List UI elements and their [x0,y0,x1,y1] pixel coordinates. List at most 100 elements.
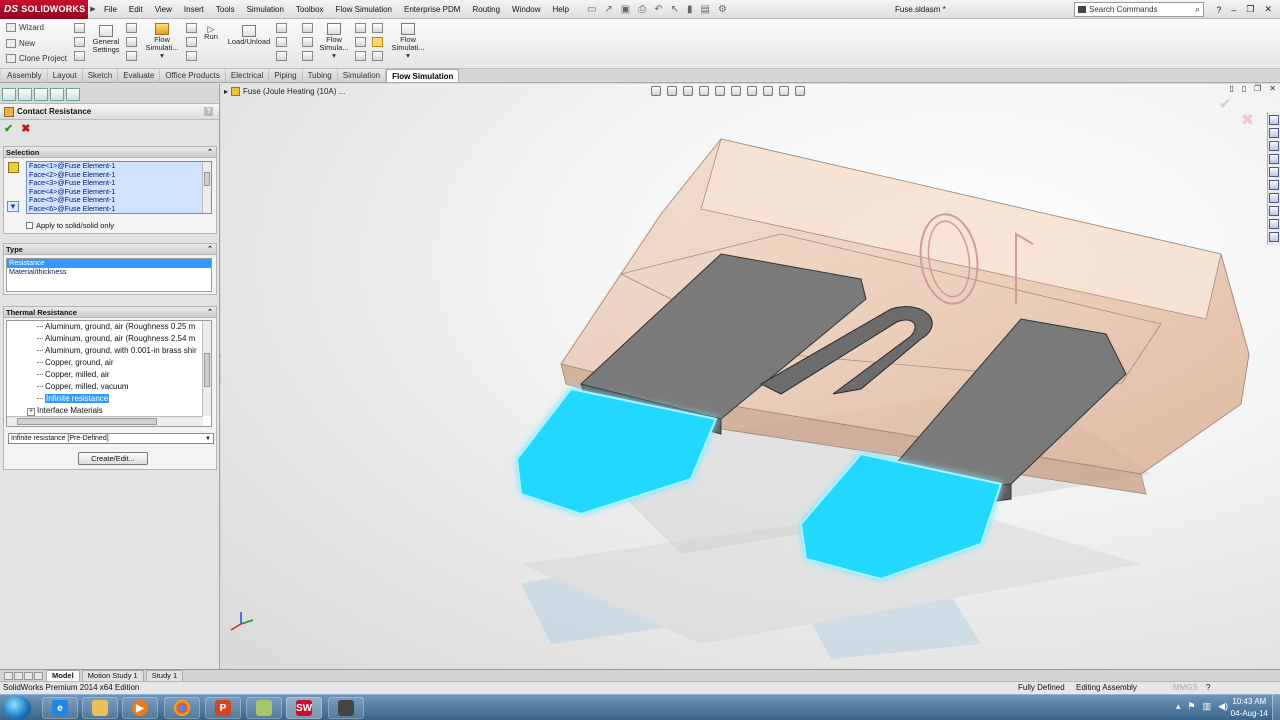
view-palette-icon[interactable] [1269,167,1279,177]
help-icon[interactable]: ? [1216,5,1221,15]
feature-manager-icon[interactable] [2,88,16,101]
show-hidden-icons-icon[interactable]: ▴ [1176,701,1181,712]
tab-sketch[interactable]: Sketch [82,69,119,82]
tab-piping[interactable]: Piping [269,69,303,82]
menu-routing[interactable]: Routing [466,0,506,19]
tool-icon-a[interactable] [74,23,85,33]
close-icon[interactable]: ✕ [1264,4,1272,15]
chevron-down-icon[interactable]: ▼ [205,434,211,444]
tree-item[interactable]: Aluminum, ground, air (Roughness 0.25 m [7,321,211,333]
tree-item[interactable]: Copper, milled, air [7,369,211,381]
menu-file[interactable]: File [98,0,123,19]
tree-item[interactable]: Copper, ground, air [7,357,211,369]
menu-simulation[interactable]: Simulation [241,0,290,19]
taskbar-solidworks[interactable]: SW [286,697,322,719]
print-icon[interactable]: ⎙ [638,4,646,15]
tool-icon-k[interactable] [276,37,287,47]
taskbar-chrome[interactable] [164,697,200,719]
minimize-icon[interactable]: – [1231,5,1236,15]
selection-header[interactable]: Selection ⌃ [4,147,216,158]
menu-flow-simulation[interactable]: Flow Simulation [330,0,398,19]
tool-icon-c[interactable] [74,51,85,61]
custom-properties-icon[interactable] [1269,193,1279,203]
cancel-x-icon[interactable]: ✖ [21,122,30,135]
layers-icon[interactable] [1269,219,1279,229]
tool-icon-b[interactable] [74,37,85,47]
tree-item-selected[interactable]: Infinite resistance [7,393,211,405]
resistance-combo[interactable]: Infinite resistance [Pre-Defined] ▼ [8,433,214,444]
tool-icon-f[interactable] [126,51,137,61]
first-tab-icon[interactable] [4,671,13,680]
taskbar-clock[interactable]: 10:43 AM 04-Aug-14 [1231,696,1268,720]
units-status[interactable]: MMGS [1173,682,1198,694]
ok-check-icon[interactable]: ✔ [4,122,13,135]
volume-icon[interactable]: ◀) [1218,701,1228,712]
tool-icon-i[interactable] [186,51,197,61]
tool-icon-e[interactable] [126,37,137,47]
mesh-icon[interactable] [1269,232,1279,242]
taskbar-file-explorer[interactable] [82,697,118,719]
menu-enterprise-pdm[interactable]: Enterprise PDM [398,0,466,19]
flow-simulation-results-button[interactable]: Flow Simula... ▾ [316,21,352,60]
appearances-icon[interactable] [1269,180,1279,190]
solidworks-logo[interactable]: DS SOLIDWORKS [0,0,88,19]
tool-icon-l[interactable] [276,51,287,61]
search-commands-input[interactable]: Search Commands ⌕ [1074,2,1204,17]
help-icon[interactable]: ? [204,107,213,116]
type-header[interactable]: Type ⌃ [4,244,216,255]
property-manager-icon[interactable] [18,88,32,101]
expand-plus-icon[interactable]: + [27,408,35,416]
menu-tools[interactable]: Tools [210,0,241,19]
scroll-thumb[interactable] [17,418,157,425]
flow-simulation-tree-button[interactable]: Flow Simulati... ▾ [142,21,182,60]
run-button[interactable]: ▷ Run [200,25,222,41]
tree-item[interactable]: Aluminum, ground, with 0.001-in brass sh… [7,345,211,357]
tool-icon-q[interactable] [355,37,366,47]
tab-evaluate[interactable]: Evaluate [118,69,161,82]
restore-icon[interactable]: ❐ [1246,4,1254,15]
configuration-manager-icon[interactable] [34,88,48,101]
file-properties-icon[interactable]: ▤ [701,4,710,15]
checkbox-box[interactable] [26,222,33,229]
menu-insert[interactable]: Insert [178,0,210,19]
filter-icon[interactable]: ▼ [7,201,19,212]
tab-layout[interactable]: Layout [47,69,83,82]
menu-expand-icon[interactable]: ▶ [88,5,98,13]
taskbar-powerpoint[interactable]: P [205,697,241,719]
menu-window[interactable]: Window [506,0,546,19]
tool-icon-o[interactable] [302,51,313,61]
flow-analysis-tree-icon[interactable] [66,88,80,101]
forum-icon[interactable] [1269,206,1279,216]
tool-icon-m[interactable] [302,23,313,33]
tab-study-1[interactable]: Study 1 [145,669,184,682]
type-option-material-thickness[interactable]: Material/thickness [7,267,211,277]
tool-icon-p[interactable] [355,23,366,33]
type-list[interactable]: Resistance Material/thickness [6,258,212,292]
design-library-icon[interactable] [1269,128,1279,138]
prev-tab-icon[interactable] [14,671,23,680]
load-unload-button[interactable]: Load/Unload [226,23,272,46]
general-settings-button[interactable]: General Settings [88,23,124,54]
scroll-thumb[interactable] [204,353,210,387]
file-explorer-icon[interactable] [1269,141,1279,151]
collapse-icon[interactable]: ⌃ [207,147,213,158]
search-icon[interactable]: ⌕ [1195,3,1200,16]
select-icon[interactable]: ↖ [671,4,679,15]
save-icon[interactable]: ▣ [621,4,630,15]
tool-icon-t[interactable] [372,51,383,61]
tool-icon-g[interactable] [186,23,197,33]
tab-assembly[interactable]: Assembly [2,69,48,82]
tab-simulation[interactable]: Simulation [337,69,387,82]
show-desktop-button[interactable] [1272,695,1280,720]
scroll-thumb[interactable] [204,172,210,186]
tool-icon-j[interactable] [276,23,287,33]
selected-faces-list[interactable]: Face<1>@Fuse Element-1 Face<2>@Fuse Elem… [26,161,212,214]
tool-icon-s[interactable] [372,23,383,33]
new-document-icon[interactable]: ▭ [587,4,596,15]
menu-toolbox[interactable]: Toolbox [290,0,330,19]
tool-icon-n[interactable] [302,37,313,47]
apply-solid-checkbox[interactable]: Apply to solid/solid only [26,221,114,230]
tree-item[interactable]: Copper, milled, vacuum [7,381,211,393]
taskbar-notes[interactable] [246,697,282,719]
tab-motion-study-1[interactable]: Motion Study 1 [81,669,144,682]
